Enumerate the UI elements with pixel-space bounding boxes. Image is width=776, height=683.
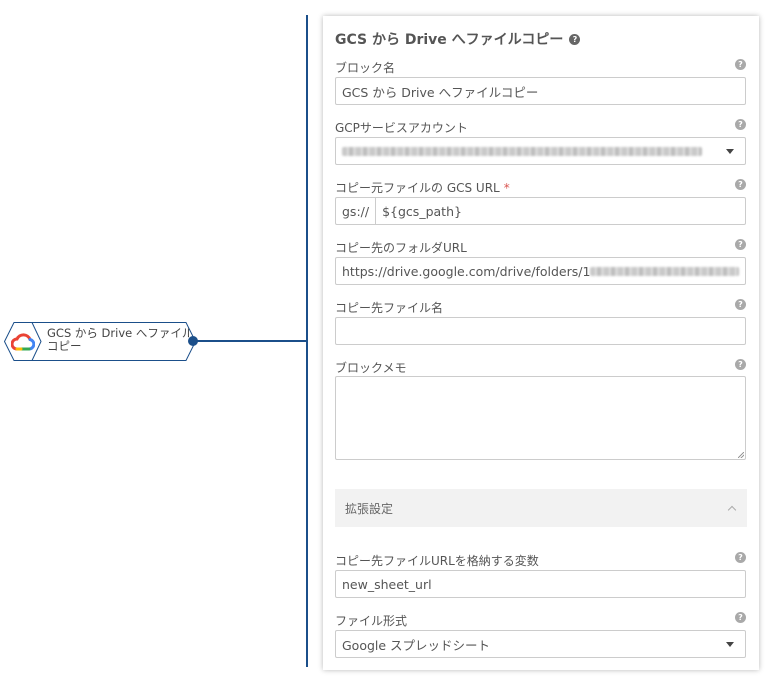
memo-help-icon[interactable]: ?	[735, 359, 746, 370]
resize-grip-icon[interactable]	[738, 452, 744, 458]
gcs-url-label-text: コピー元ファイルの GCS URL	[335, 181, 500, 195]
folder-url-label: コピー先のフォルダURL	[335, 241, 467, 255]
block-name-input[interactable]: GCS から Drive へファイルコピー	[335, 77, 746, 105]
block-node-label-line2: コピー	[47, 339, 82, 353]
advanced-settings-accordion[interactable]: 拡張設定	[335, 489, 747, 527]
chevron-down-icon	[726, 642, 734, 647]
advanced-settings-title: 拡張設定	[345, 501, 394, 516]
gcp-account-value-redacted	[342, 146, 702, 156]
properties-panel: GCS から Drive へファイルコピー ? ブロック名 ? GCS から D…	[323, 16, 759, 670]
url-variable-input[interactable]: new_sheet_url	[335, 570, 746, 598]
folder-url-value: https://drive.google.com/drive/folders/1	[342, 263, 591, 279]
title-help-icon[interactable]: ?	[569, 33, 581, 45]
connector-line-horizontal	[196, 340, 306, 342]
panel-title: GCS から Drive へファイルコピー ?	[335, 29, 581, 49]
chevron-up-icon	[727, 505, 737, 514]
file-format-help-icon[interactable]: ?	[735, 612, 746, 623]
panel-title-text: GCS から Drive へファイルコピー	[335, 32, 564, 48]
google-cloud-icon	[10, 329, 36, 355]
memo-textarea[interactable]	[335, 376, 746, 460]
gcs-url-help-icon[interactable]: ?	[735, 179, 746, 190]
gcs-url-prefix: gs://	[336, 198, 377, 224]
gcp-account-select[interactable]	[335, 137, 746, 165]
file-name-label: コピー先ファイル名	[335, 301, 444, 315]
block-name-value: GCS から Drive へファイルコピー	[342, 84, 539, 100]
folder-url-help-icon[interactable]: ?	[735, 239, 746, 250]
url-variable-help-icon[interactable]: ?	[735, 552, 746, 563]
file-format-select[interactable]: Google スプレッドシート	[335, 630, 746, 658]
gcs-url-input[interactable]: gs:// ${gcs_path}	[335, 197, 746, 225]
block-name-help-icon[interactable]: ?	[735, 59, 746, 70]
file-format-value: Google スプレッドシート	[342, 637, 491, 653]
gcs-url-value: ${gcs_path}	[382, 203, 462, 219]
block-node-label: GCS から Drive へファイル コピー	[47, 327, 189, 353]
connector-line-vertical	[306, 15, 308, 667]
folder-url-value-redacted	[590, 266, 739, 276]
file-name-input[interactable]	[335, 317, 746, 345]
url-variable-label: コピー先ファイルURLを格納する変数	[335, 554, 539, 568]
flow-block-node[interactable]: GCS から Drive へファイル コピー	[4, 322, 196, 361]
url-variable-value: new_sheet_url	[342, 576, 432, 592]
gcp-account-label: GCPサービスアカウント	[335, 121, 468, 135]
block-name-label: ブロック名	[335, 61, 396, 75]
memo-label: ブロックメモ	[335, 361, 407, 375]
folder-url-input[interactable]: https://drive.google.com/drive/folders/1	[335, 257, 746, 285]
required-mark: *	[503, 181, 510, 195]
chevron-down-icon	[726, 149, 734, 154]
file-name-help-icon[interactable]: ?	[735, 299, 746, 310]
gcs-url-label: コピー元ファイルの GCS URL *	[335, 179, 510, 196]
gcp-account-help-icon[interactable]: ?	[735, 119, 746, 130]
file-format-label: ファイル形式	[335, 614, 408, 628]
